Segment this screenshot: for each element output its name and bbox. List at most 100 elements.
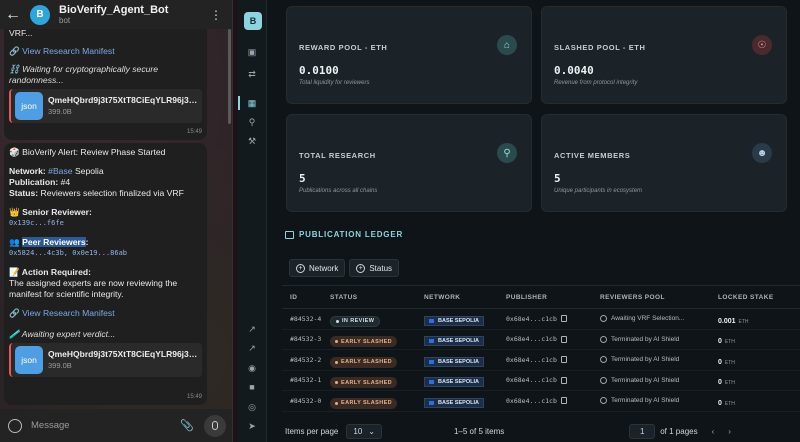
attach-icon[interactable]: 📎 <box>180 419 194 432</box>
peer-reviewer-address[interactable]: 0x0e19...86ab <box>72 249 127 257</box>
senior-reviewer-address[interactable]: 0x139c...f6fe <box>9 218 202 229</box>
active-members-card: ACTIVE MEMBERS 5 Unique participants in … <box>541 114 787 212</box>
reviewers-pool: Terminated by AI Shield <box>600 356 718 364</box>
per-page-select[interactable]: 10 ⌄ <box>346 424 382 439</box>
table-row[interactable]: #84532-4 IN REVIEW BASE SEPOLIA 0x68e4...c1… <box>282 309 800 330</box>
ban-icon <box>600 335 607 343</box>
publisher-cell: 0x68e4...c1cb <box>506 356 600 364</box>
globe-icon[interactable]: ◎ <box>245 400 259 414</box>
copy-icon[interactable] <box>560 356 567 364</box>
copy-icon[interactable] <box>560 335 567 343</box>
status-badge: EARLY SLASHED <box>330 356 398 368</box>
network-filter-button[interactable]: + Network <box>289 259 346 277</box>
status-dot-icon <box>336 319 339 323</box>
base-network-icon <box>429 359 434 364</box>
chevron-down-icon: ⌄ <box>368 427 375 436</box>
table-header: ID STATUS NETWORK PUBLISHER REVIEWERS PO… <box>282 285 800 309</box>
external-link-icon[interactable]: ↗ <box>245 322 259 336</box>
copy-icon[interactable] <box>560 397 567 405</box>
file-attachment[interactable]: json QmeHQbrd9j3t75XtT8CiEqYLR96j3md... … <box>9 343 202 377</box>
chat-scrollbar[interactable] <box>228 29 231 124</box>
locked-stake: 0 ETH <box>718 338 735 346</box>
next-page-icon[interactable]: › <box>728 427 731 436</box>
manifest-link[interactable]: 🔗 View Research Manifest <box>9 46 202 57</box>
copy-icon[interactable] <box>560 376 567 384</box>
message-input[interactable]: Message <box>31 420 180 431</box>
telegram-icon[interactable]: ➤ <box>245 419 259 433</box>
dashboard-icon[interactable]: ▦ <box>245 96 259 110</box>
file-name: QmeHQbrd9j3t75XtT8CiEqYLR96j3md... <box>48 95 198 105</box>
bank-icon: ⌂ <box>497 35 517 55</box>
per-page-label: Items per page <box>285 427 339 436</box>
microphone-icon <box>212 421 218 430</box>
card-label: SLASHED POOL - ETH <box>554 43 646 52</box>
peer-reviewer-address[interactable]: 0x5824...4c3b <box>9 249 64 257</box>
status-badge: IN REVIEW <box>330 315 381 327</box>
column-header[interactable]: PUBLISHER <box>506 294 600 301</box>
reviewers-pool: Awaiting VRF Selection... <box>600 315 718 323</box>
base-network-icon <box>429 400 434 405</box>
publisher-address[interactable]: 0x68e4...c1cb <box>506 356 557 364</box>
card-label: ACTIVE MEMBERS <box>554 151 631 160</box>
publisher-address[interactable]: 0x68e4...c1cb <box>506 335 557 343</box>
status-dot-icon <box>335 381 338 385</box>
app-logo[interactable]: B <box>244 12 262 30</box>
ledger-title: PUBLICATION LEDGER <box>285 230 403 239</box>
back-arrow-icon[interactable]: ← <box>0 6 26 24</box>
column-header[interactable]: ID <box>282 294 330 301</box>
card-label: TOTAL RESEARCH <box>299 151 376 160</box>
json-file-icon: json <box>15 346 43 374</box>
publisher-address[interactable]: 0x68e4...c1cb <box>506 376 557 384</box>
publication-table: ID STATUS NETWORK PUBLISHER REVIEWERS PO… <box>282 285 800 412</box>
swap-icon[interactable]: ⇄ <box>245 67 259 81</box>
network-hashtag[interactable]: #Base <box>48 166 72 176</box>
chat-title[interactable]: BioVerify_Agent_Bot bot <box>59 4 168 26</box>
publisher-address[interactable]: 0x68e4...c1cb <box>506 397 557 405</box>
total-research-card: TOTAL RESEARCH 5 Publications across all… <box>286 114 532 212</box>
message-time: 15:49 <box>186 394 202 400</box>
table-row[interactable]: #84532-2 EARLY SLASHED BASE SEPOLIA 0x68e4.… <box>282 350 800 371</box>
column-header[interactable]: REVIEWERS POOL <box>600 294 718 301</box>
message-text: VRF... <box>9 28 33 38</box>
table-row[interactable]: #84532-3 EARLY SLASHED BASE SEPOLIA 0x68e4.… <box>282 330 800 350</box>
column-header[interactable]: STATUS <box>330 294 424 301</box>
status-line: Status: Reviewers selection finalized vi… <box>9 188 184 198</box>
emoji-icon[interactable] <box>8 418 22 433</box>
row-id: #84532-0 <box>290 396 322 405</box>
publisher-address[interactable]: 0x68e4...c1cb <box>506 315 557 323</box>
manifest-link[interactable]: 🔗 View Research Manifest <box>9 308 202 319</box>
status-filter-button[interactable]: + Status <box>349 259 400 277</box>
microphone-button[interactable] <box>204 414 226 437</box>
more-menu-icon[interactable]: ⋮ <box>210 8 222 22</box>
linkedin-icon[interactable]: ■ <box>245 380 259 394</box>
book-icon <box>285 230 294 239</box>
status-badge: EARLY SLASHED <box>330 336 398 348</box>
publisher-cell: 0x68e4...c1cb <box>506 315 600 323</box>
page-input[interactable]: 1 <box>629 424 656 439</box>
card-subtitle: Revenue from protocol integrity <box>554 80 638 86</box>
shield-icon: ☉ <box>752 35 772 55</box>
github-icon[interactable]: ◉ <box>245 361 259 375</box>
reviewers-pool: Terminated by AI Shield <box>600 376 718 384</box>
wrench-icon[interactable]: ⚒ <box>245 134 259 148</box>
column-header[interactable]: LOCKED STAKE <box>718 294 800 301</box>
ban-icon <box>600 376 607 384</box>
status-dot-icon <box>335 340 338 344</box>
ban-icon <box>600 356 607 364</box>
row-id: #84532-2 <box>290 355 322 364</box>
plus-circle-icon: + <box>356 263 366 273</box>
table-row[interactable]: #84532-1 EARLY SLASHED BASE SEPOLIA 0x68e4.… <box>282 371 800 391</box>
bot-avatar[interactable]: B <box>30 4 50 25</box>
column-header[interactable]: NETWORK <box>424 294 506 301</box>
card-value: 0.0100 <box>299 64 339 77</box>
external-link-icon[interactable]: ↗ <box>245 341 259 355</box>
network-badge: BASE SEPOLIA <box>424 336 484 347</box>
flask-icon[interactable]: ⚲ <box>245 115 259 129</box>
file-name: QmeHQbrd9j3t75XtT8CiEqYLR96j3md... <box>48 349 198 359</box>
file-attachment[interactable]: json QmeHQbrd9j3t75XtT8CiEqYLR96j3md... … <box>9 89 202 123</box>
prev-page-icon[interactable]: ‹ <box>712 427 715 436</box>
message-composer: Message 📎 <box>0 409 232 442</box>
copy-icon[interactable] <box>560 315 567 323</box>
table-row[interactable]: #84532-0 EARLY SLASHED BASE SEPOLIA 0x68e4.… <box>282 391 800 412</box>
wallet-icon[interactable]: ▣ <box>245 45 259 59</box>
